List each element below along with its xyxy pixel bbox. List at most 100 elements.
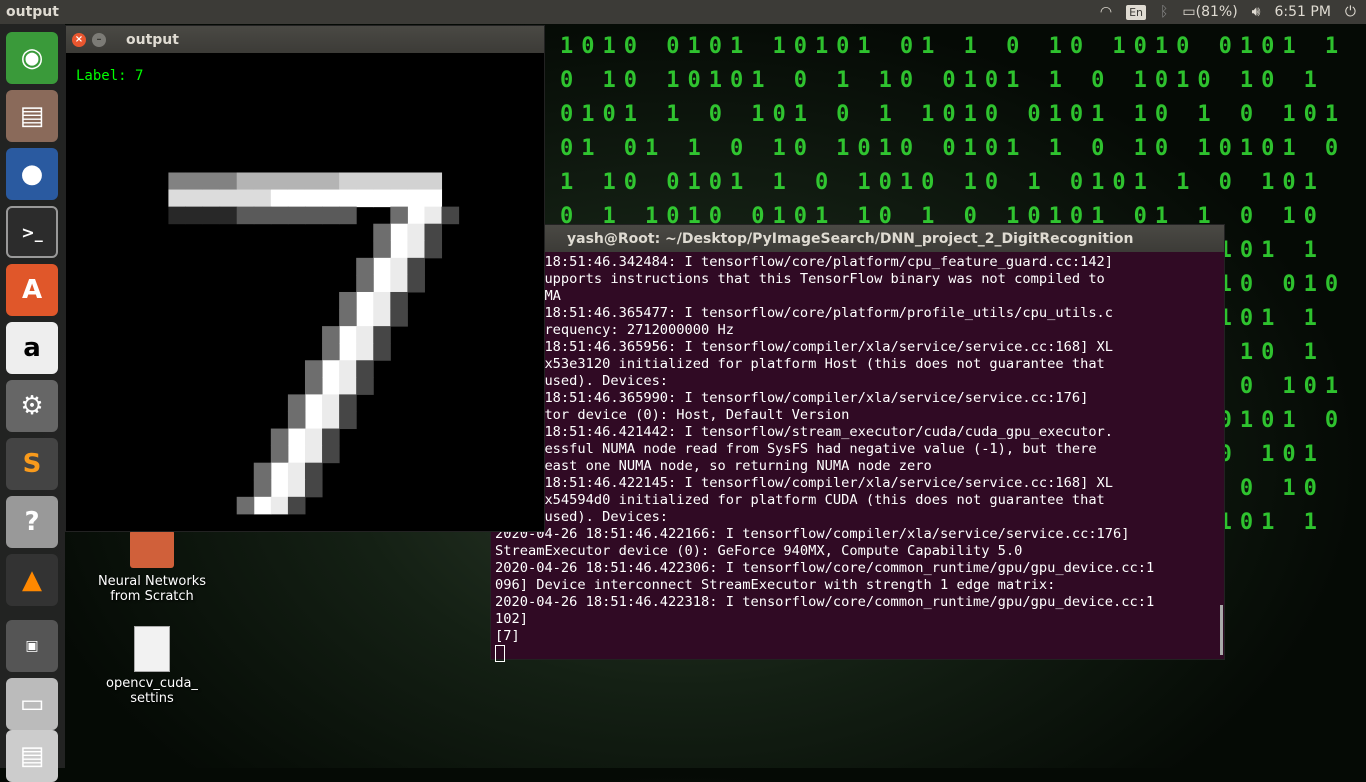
digit-pixel bbox=[253, 462, 272, 481]
digit-pixel bbox=[424, 240, 443, 259]
digit-pixel bbox=[322, 428, 340, 447]
text-file-icon bbox=[134, 626, 170, 672]
volume-icon[interactable]: 🔊︎ bbox=[1252, 4, 1261, 20]
digit-pixel bbox=[322, 394, 340, 412]
digit-pixel bbox=[373, 291, 391, 310]
sublime-text-icon[interactable]: S bbox=[6, 438, 58, 490]
trash-icon[interactable]: ▤ bbox=[6, 730, 58, 782]
digit-pixel bbox=[270, 206, 289, 225]
digit-pixel bbox=[202, 189, 221, 208]
terminal-line: CPU Frequency: 2712000000 Hz bbox=[495, 322, 734, 338]
terminal-line: 04-26 18:51:46.421442: I tensorflow/stre… bbox=[495, 424, 1114, 440]
digit-pixel bbox=[185, 206, 204, 225]
terminal-line: 096] Device interconnect StreamExecutor … bbox=[495, 577, 1056, 593]
digit-pixel bbox=[390, 257, 408, 276]
digit-pixel bbox=[322, 189, 340, 208]
digit-pixel bbox=[424, 172, 443, 191]
digit-pixel bbox=[270, 479, 289, 498]
power-icon[interactable]: ⏻ bbox=[1345, 4, 1356, 20]
terminal-line: 102] bbox=[495, 611, 528, 627]
digit-pixel bbox=[322, 445, 340, 464]
digit-pixel bbox=[356, 274, 374, 293]
digit-pixel bbox=[407, 172, 425, 191]
desktop-icon-folder[interactable]: Neural Networks from Scratch bbox=[92, 530, 212, 604]
digit-pixel bbox=[322, 411, 340, 430]
digit-pixel bbox=[304, 172, 323, 191]
digit-pixel bbox=[253, 172, 272, 191]
digit-pixel bbox=[339, 411, 357, 430]
terminal-output[interactable]: 04-26 18:51:46.342484: I tensorflow/core… bbox=[491, 252, 1224, 664]
workspaces-icon[interactable]: ▣ bbox=[6, 620, 58, 672]
digit-pixel bbox=[424, 223, 443, 242]
help-icon[interactable]: ? bbox=[6, 496, 58, 548]
digit-pixel bbox=[356, 172, 374, 191]
digit-pixel bbox=[339, 189, 357, 208]
bluetooth-icon[interactable]: ᛒ bbox=[1160, 4, 1168, 20]
amazon-icon[interactable]: a bbox=[6, 322, 58, 374]
digit-pixel bbox=[390, 309, 408, 327]
software-center-icon[interactable]: A bbox=[6, 264, 58, 316]
settings-icon[interactable]: ⚙ bbox=[6, 380, 58, 432]
digit-pixel bbox=[322, 377, 340, 395]
files-icon[interactable]: ▤ bbox=[6, 90, 58, 142]
digit-pixel bbox=[304, 445, 323, 464]
digit-pixel bbox=[390, 223, 408, 242]
digit-pixel bbox=[236, 496, 255, 515]
digit-pixel bbox=[390, 189, 408, 208]
active-app-name: output bbox=[6, 4, 59, 20]
battery-icon: ▭ bbox=[1182, 4, 1196, 20]
wifi-icon[interactable]: ◠ bbox=[1100, 4, 1112, 20]
digit-pixel bbox=[236, 206, 255, 225]
digit-pixel bbox=[356, 326, 374, 344]
minimize-button[interactable]: – bbox=[92, 32, 106, 47]
terminal-line: 04-26 18:51:46.365477: I tensorflow/core… bbox=[495, 305, 1114, 321]
digit-pixel bbox=[373, 343, 391, 361]
terminal-line: ] successful NUMA node read from SysFS h… bbox=[495, 441, 1097, 457]
digit-pixel bbox=[339, 377, 357, 395]
digit-pixel bbox=[270, 445, 289, 464]
terminal-line: CPU supports instructions that this Tens… bbox=[495, 271, 1105, 287]
digit-pixel bbox=[168, 189, 186, 208]
desktop-icon-file[interactable]: opencv_cuda_ settins bbox=[92, 626, 212, 706]
digit-pixel bbox=[304, 377, 323, 395]
keyboard-layout-indicator[interactable]: En bbox=[1126, 4, 1146, 20]
digit-pixel bbox=[304, 394, 323, 412]
close-button[interactable]: × bbox=[72, 32, 86, 47]
digit-pixel bbox=[304, 206, 323, 225]
output-image-window[interactable]: × – output Label: 7 bbox=[65, 25, 545, 532]
digit-pixel bbox=[424, 206, 443, 225]
digit-pixel bbox=[356, 309, 374, 327]
digit-pixel bbox=[304, 360, 323, 378]
clock[interactable]: 6:51 PM bbox=[1275, 4, 1331, 20]
battery-indicator[interactable]: ▭(81%) bbox=[1182, 4, 1237, 20]
digit-pixel bbox=[373, 257, 391, 276]
digit-pixel bbox=[270, 462, 289, 481]
digit-pixel bbox=[356, 360, 374, 378]
vlc-icon[interactable]: ▲ bbox=[6, 554, 58, 606]
digit-pixel bbox=[390, 291, 408, 310]
terminal-window[interactable]: yash@Root: ~/Desktop/PyImageSearch/DNN_p… bbox=[490, 224, 1225, 662]
digit-pixel bbox=[407, 223, 425, 242]
terminal-scrollbar[interactable] bbox=[1220, 605, 1223, 655]
digit-pixel bbox=[287, 411, 306, 430]
terminal-title-bar[interactable]: yash@Root: ~/Desktop/PyImageSearch/DNN_p… bbox=[491, 225, 1224, 252]
terminal-icon[interactable]: >_ bbox=[6, 206, 58, 258]
ubuntu-icon[interactable]: ◉ bbox=[6, 32, 58, 84]
digit-pixel bbox=[219, 189, 238, 208]
digit-pixel bbox=[373, 326, 391, 344]
digit-pixel bbox=[322, 343, 340, 361]
digit-pixel bbox=[407, 257, 425, 276]
terminal-line: ll be used). Devices: bbox=[495, 373, 669, 389]
digit-pixel bbox=[339, 309, 357, 327]
digit-pixel bbox=[304, 428, 323, 447]
digit-pixel bbox=[287, 445, 306, 464]
disks-icon[interactable]: ▭ bbox=[6, 678, 58, 730]
digit-pixel bbox=[322, 360, 340, 378]
digit-pixel bbox=[356, 343, 374, 361]
digit-pixel bbox=[373, 189, 391, 208]
digit-pixel bbox=[287, 206, 306, 225]
firefox-icon[interactable]: ● bbox=[6, 148, 58, 200]
terminal-line: 2020-04-26 18:51:46.422166: I tensorflow… bbox=[495, 526, 1130, 542]
digit-pixel bbox=[168, 206, 186, 225]
output-title-bar[interactable]: × – output bbox=[66, 26, 544, 53]
